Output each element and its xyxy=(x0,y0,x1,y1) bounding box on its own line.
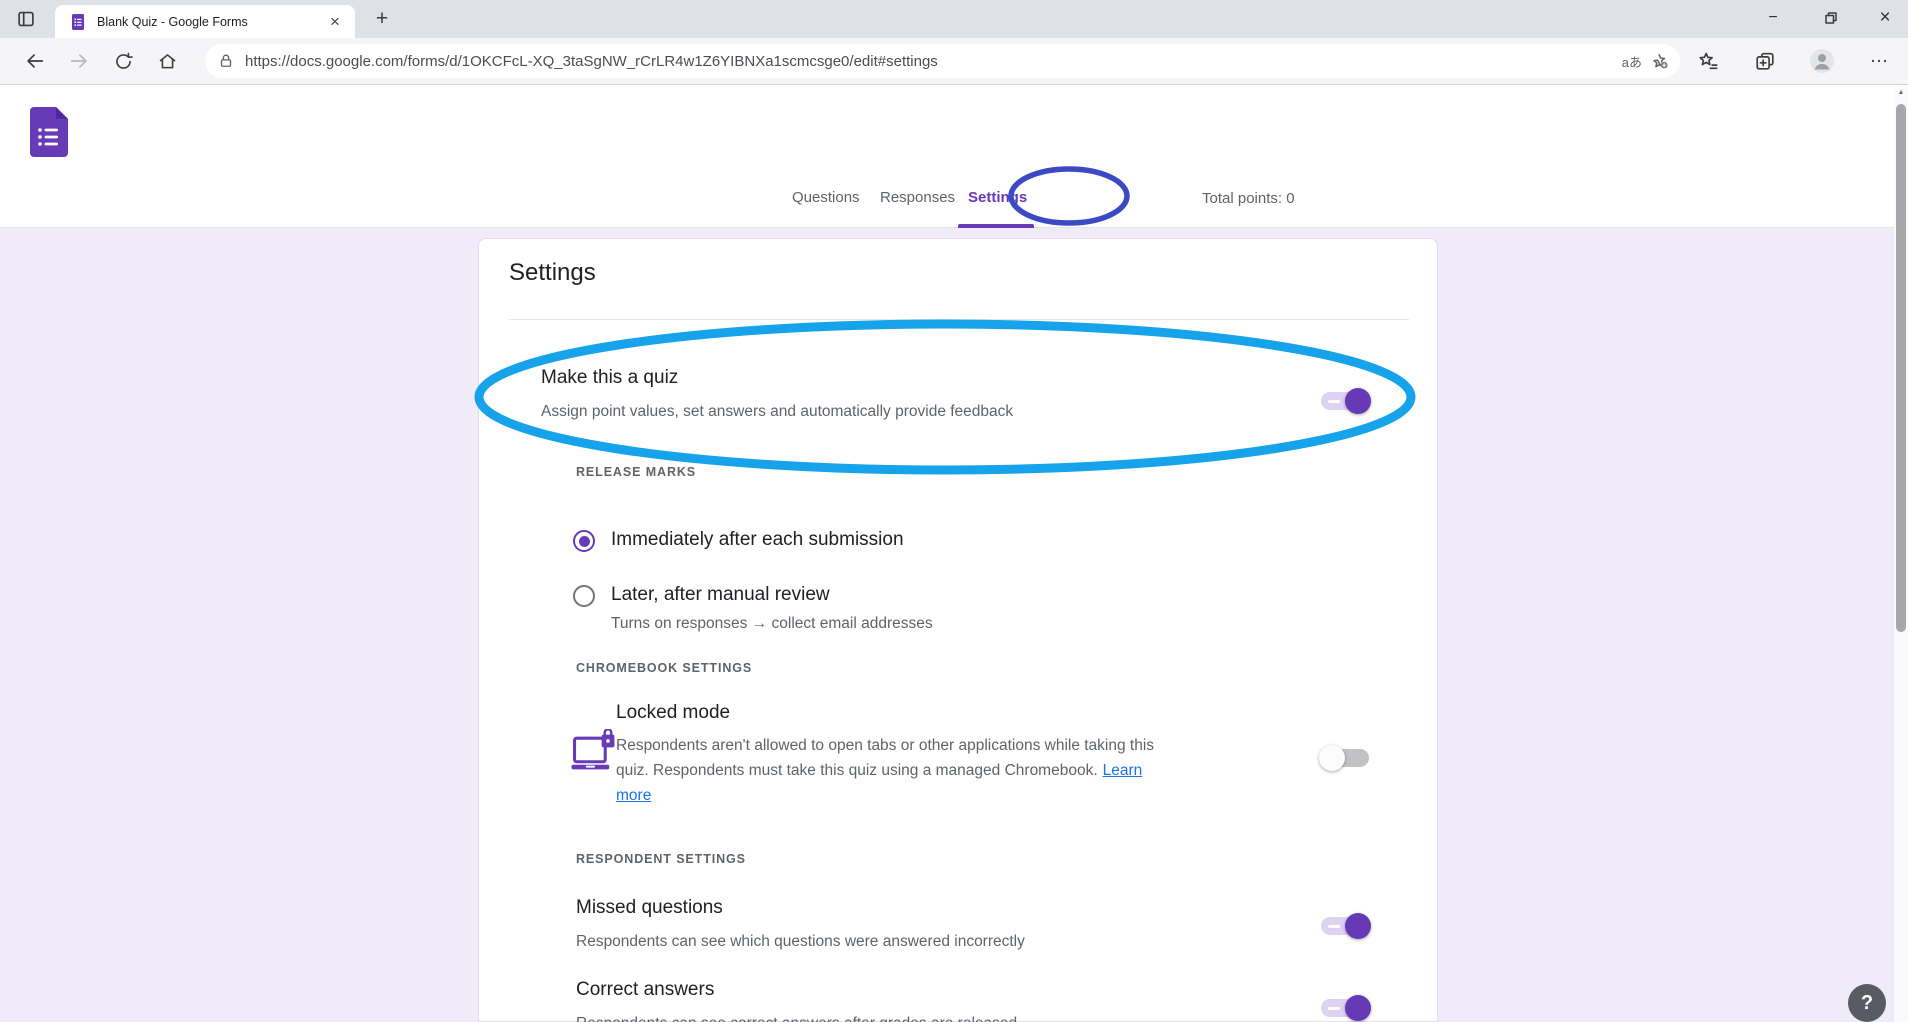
section-release-marks: RELEASE MARKS xyxy=(576,465,696,479)
window-restore-button[interactable] xyxy=(1808,0,1854,36)
form-nav: Questions Responses Settings Total point… xyxy=(0,170,1908,228)
locked-mode-toggle[interactable] xyxy=(1321,749,1369,767)
radio-later-label[interactable]: Later, after manual review xyxy=(611,584,830,606)
back-icon xyxy=(24,50,46,72)
favorites-button[interactable] xyxy=(1692,45,1724,77)
new-tab-button[interactable]: + xyxy=(368,5,396,33)
locked-mode-icon xyxy=(571,729,619,774)
make-quiz-toggle[interactable] xyxy=(1321,392,1369,410)
correct-answers-toggle[interactable] xyxy=(1321,999,1369,1017)
divider xyxy=(509,319,1409,320)
collections-icon xyxy=(1754,50,1776,72)
section-chromebook: CHROMEBOOK SETTINGS xyxy=(576,661,752,675)
scroll-up-icon[interactable]: ▲ xyxy=(1894,89,1908,96)
address-bar[interactable]: https://docs.google.com/forms/d/1OKCFcL-… xyxy=(205,44,1680,78)
tab-settings[interactable]: Settings xyxy=(968,189,1027,206)
back-button[interactable] xyxy=(19,45,51,77)
scrollbar[interactable]: ▲ xyxy=(1894,86,1908,1022)
browser-window: Blank Quiz - Google Forms × + − × https:… xyxy=(0,0,1908,1022)
browser-toolbar: https://docs.google.com/forms/d/1OKCFcL-… xyxy=(0,38,1908,85)
url-text: https://docs.google.com/forms/d/1OKCFcL-… xyxy=(245,53,1614,70)
help-button[interactable]: ? xyxy=(1848,984,1886,1022)
correct-answers-title: Correct answers xyxy=(576,979,714,1001)
locked-mode-description: Respondents aren't allowed to open tabs … xyxy=(616,733,1178,808)
home-icon xyxy=(157,51,178,72)
tab-title: Blank Quiz - Google Forms xyxy=(97,15,325,29)
refresh-icon xyxy=(113,51,134,72)
collections-button[interactable] xyxy=(1749,45,1781,77)
refresh-button[interactable] xyxy=(107,45,139,77)
quiz-toggle-subtitle: Assign point values, set answers and aut… xyxy=(541,399,1013,424)
missed-questions-subtitle: Respondents can see which questions were… xyxy=(576,929,1025,954)
tab-actions-button[interactable] xyxy=(12,6,40,32)
tab-responses[interactable]: Responses xyxy=(880,189,955,206)
restore-icon xyxy=(1821,8,1841,28)
forward-button[interactable] xyxy=(63,45,95,77)
translate-icon[interactable]: aあ xyxy=(1622,52,1642,71)
missed-questions-toggle[interactable] xyxy=(1321,917,1369,935)
forms-header: Blank Quiz Send ⋮ M xyxy=(0,86,1908,170)
settings-card: Settings Make this a quiz Assign point v… xyxy=(478,238,1438,1022)
forms-logo[interactable] xyxy=(30,107,68,157)
window-close-button[interactable]: × xyxy=(1862,0,1908,36)
forms-favicon-icon xyxy=(69,13,87,31)
browser-tab[interactable]: Blank Quiz - Google Forms × xyxy=(55,5,355,38)
locked-mode-title: Locked mode xyxy=(616,702,730,724)
home-button[interactable] xyxy=(151,45,183,77)
favorites-icon xyxy=(1697,50,1719,72)
total-points: Total points: 0 xyxy=(1202,190,1295,207)
add-favorite-icon[interactable] xyxy=(1650,51,1670,71)
missed-questions-title: Missed questions xyxy=(576,897,723,919)
tab-strip: Blank Quiz - Google Forms × + − × xyxy=(0,0,1908,38)
workspaces-icon xyxy=(15,8,37,30)
correct-answers-subtitle: Respondents can see correct answers afte… xyxy=(576,1011,1017,1022)
scrollbar-thumb[interactable] xyxy=(1896,104,1906,632)
radio-immediately-label[interactable]: Immediately after each submission xyxy=(611,529,904,551)
browser-menu-button[interactable]: … xyxy=(1863,45,1895,77)
card-heading: Settings xyxy=(509,259,596,287)
browser-profile-button[interactable] xyxy=(1806,45,1838,77)
radio-later-subtitle: Turns on responses → collect email addre… xyxy=(611,611,933,636)
window-minimize-button[interactable]: − xyxy=(1750,0,1796,36)
tab-questions[interactable]: Questions xyxy=(792,189,860,206)
forward-icon xyxy=(68,50,90,72)
tab-close-icon[interactable]: × xyxy=(325,12,345,32)
profile-icon xyxy=(1809,48,1835,74)
lock-icon xyxy=(217,52,235,70)
section-respondent: RESPONDENT SETTINGS xyxy=(576,852,746,866)
quiz-toggle-title: Make this a quiz xyxy=(541,367,678,389)
radio-immediately[interactable] xyxy=(573,530,595,552)
radio-later[interactable] xyxy=(573,585,595,607)
